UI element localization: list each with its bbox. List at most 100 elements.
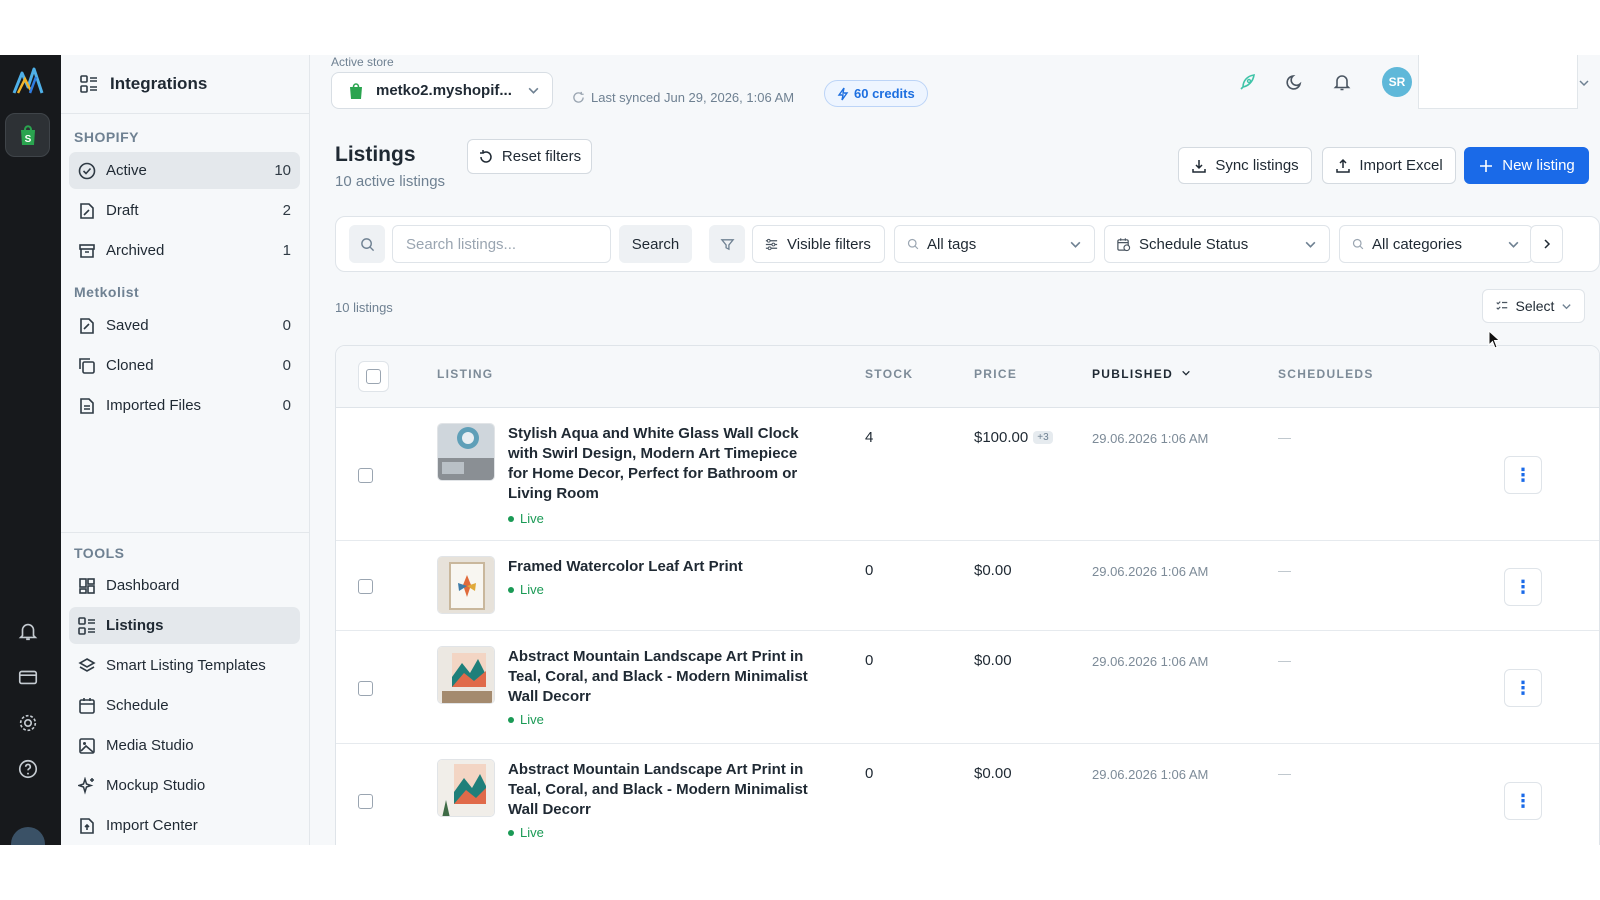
listing-count: 10 listings: [335, 300, 393, 315]
row-actions-button[interactable]: ⋮: [1504, 456, 1542, 494]
sidebar-item-mockup-studio[interactable]: Mockup Studio: [69, 767, 300, 804]
sidebar-item-media-studio[interactable]: Media Studio: [69, 727, 300, 764]
table-row[interactable]: Abstract Mountain Landscape Art Print in…: [336, 631, 1599, 744]
card-icon[interactable]: [17, 666, 39, 688]
mouse-cursor-icon: [1488, 330, 1501, 349]
published-date: 29.06.2026 1:06 AM: [1092, 431, 1209, 446]
sidebar-item-active[interactable]: Active 10: [69, 152, 300, 189]
sidebar-item-dashboard[interactable]: Dashboard: [69, 567, 300, 604]
store-select[interactable]: metko2.myshopif...: [331, 72, 553, 109]
search-icon-button[interactable]: [349, 225, 385, 263]
listing-title[interactable]: Abstract Mountain Landscape Art Print in…: [508, 760, 813, 820]
table-row[interactable]: Framed Watercolor Leaf Art Print Live 0 …: [336, 541, 1599, 631]
chevron-right-icon: [1543, 239, 1550, 249]
user-menu-box[interactable]: [1418, 55, 1578, 109]
column-listing[interactable]: LISTING: [437, 367, 493, 381]
filters-scroll-right-button[interactable]: [1530, 225, 1563, 263]
sidebar-item-smart-listing-templates[interactable]: Smart Listing Templates: [69, 647, 300, 684]
listing-title[interactable]: Abstract Mountain Landscape Art Print in…: [508, 647, 813, 707]
search-button[interactable]: Search: [619, 225, 692, 263]
app-logo-icon[interactable]: [10, 63, 46, 99]
reset-filters-button[interactable]: Reset filters: [467, 139, 592, 174]
last-synced: Last synced Jun 29, 2026, 1:06 AM: [572, 90, 794, 105]
row-actions-button[interactable]: ⋮: [1504, 669, 1542, 707]
row-actions-button[interactable]: ⋮: [1504, 568, 1542, 606]
sync-listings-button[interactable]: Sync listings: [1178, 147, 1312, 184]
shopify-store-button[interactable]: S: [5, 113, 50, 157]
column-published[interactable]: PUBLISHED: [1092, 367, 1191, 381]
sidebar-item-label: Import Center: [106, 817, 198, 834]
section-shopify: SHOPIFY: [74, 129, 139, 145]
moon-icon[interactable]: [1285, 72, 1305, 92]
status-text: Live: [520, 511, 544, 526]
gear-icon[interactable]: [17, 712, 39, 734]
column-price[interactable]: PRICE: [974, 367, 1017, 381]
search-button-label: Search: [631, 235, 680, 253]
section-metkolist: Metkolist: [74, 284, 140, 300]
funnel-icon: [719, 238, 735, 250]
chevron-down-icon: [1070, 241, 1081, 248]
store-name: metko2.myshopif...: [376, 82, 512, 99]
stock-value: 0: [865, 652, 874, 669]
new-listing-button[interactable]: New listing: [1464, 147, 1589, 184]
rail-avatar[interactable]: [11, 827, 45, 845]
listing-thumbnail: [437, 423, 495, 481]
sidebar-item-listings[interactable]: Listings: [69, 607, 300, 644]
dashboard-icon: [79, 577, 95, 594]
listing-title[interactable]: Stylish Aqua and White Glass Wall Clock …: [508, 424, 813, 504]
file-icon: [80, 397, 94, 414]
row-checkbox[interactable]: [358, 681, 373, 696]
categories-select-value: All categories: [1372, 235, 1463, 253]
listings-table: LISTING STOCK PRICE PUBLISHED SCHEDULEDS…: [335, 345, 1600, 845]
sidebar-item-schedule[interactable]: Schedule: [69, 687, 300, 724]
row-checkbox[interactable]: [358, 794, 373, 809]
tags-select[interactable]: All tags: [894, 225, 1095, 263]
bell-icon[interactable]: [17, 620, 39, 642]
sidebar-item-label: Cloned: [106, 357, 154, 374]
sidebar-item-label: Saved: [106, 317, 149, 334]
sidebar-item-imported-files[interactable]: Imported Files 0: [69, 387, 300, 424]
rocket-icon[interactable]: [1238, 72, 1258, 92]
status-text: Live: [520, 582, 544, 597]
sidebar-item-count: 10: [274, 162, 291, 179]
chevron-down-icon[interactable]: [1578, 77, 1590, 89]
sidebar-item-archived[interactable]: Archived 1: [69, 232, 300, 269]
table-row[interactable]: Stylish Aqua and White Glass Wall Clock …: [336, 408, 1599, 541]
visible-filters-button[interactable]: Visible filters: [752, 225, 885, 263]
row-actions-button[interactable]: ⋮: [1504, 782, 1542, 820]
sidebar-item-saved[interactable]: Saved 0: [69, 307, 300, 344]
sidebar-item-cloned[interactable]: Cloned 0: [69, 347, 300, 384]
help-icon[interactable]: [17, 758, 39, 780]
calendar-icon: [79, 697, 95, 714]
status-text: Live: [520, 712, 544, 727]
sidebar-item-label: Dashboard: [106, 577, 180, 594]
published-date: 29.06.2026 1:06 AM: [1092, 564, 1209, 579]
credits-badge[interactable]: 60 credits: [824, 80, 928, 107]
sidebar-item-label: Draft: [106, 202, 139, 219]
select-button[interactable]: Select: [1482, 289, 1585, 323]
sidebar-item-count: 0: [282, 397, 291, 414]
visible-filters-label: Visible filters: [787, 235, 871, 253]
column-stock[interactable]: STOCK: [865, 367, 913, 381]
categories-select[interactable]: All categories: [1339, 225, 1533, 263]
notification-bell-icon[interactable]: [1332, 72, 1352, 92]
table-row[interactable]: Abstract Mountain Landscape Art Print in…: [336, 744, 1599, 845]
sidebar-title: Integrations: [110, 74, 208, 93]
status-dot: [508, 586, 514, 593]
price-value: $0.00: [974, 562, 1012, 579]
column-scheduleds[interactable]: SCHEDULEDS: [1278, 367, 1374, 381]
select-all-checkbox[interactable]: [358, 361, 389, 392]
upload-icon: [1336, 158, 1351, 173]
filter-toggle-button[interactable]: [709, 225, 745, 263]
listing-title[interactable]: Framed Watercolor Leaf Art Print: [508, 557, 813, 577]
user-avatar[interactable]: SR: [1382, 67, 1412, 97]
sidebar-item-draft[interactable]: Draft 2: [69, 192, 300, 229]
import-excel-button[interactable]: Import Excel: [1322, 147, 1456, 184]
row-checkbox[interactable]: [358, 468, 373, 483]
sidebar-item-import-center[interactable]: Import Center: [69, 807, 300, 844]
schedule-status-select[interactable]: Schedule Status: [1104, 225, 1330, 263]
search-input[interactable]: Search listings...: [392, 225, 611, 263]
stock-value: 0: [865, 562, 874, 579]
row-checkbox[interactable]: [358, 579, 373, 594]
price-more-badge[interactable]: +3: [1033, 431, 1053, 444]
